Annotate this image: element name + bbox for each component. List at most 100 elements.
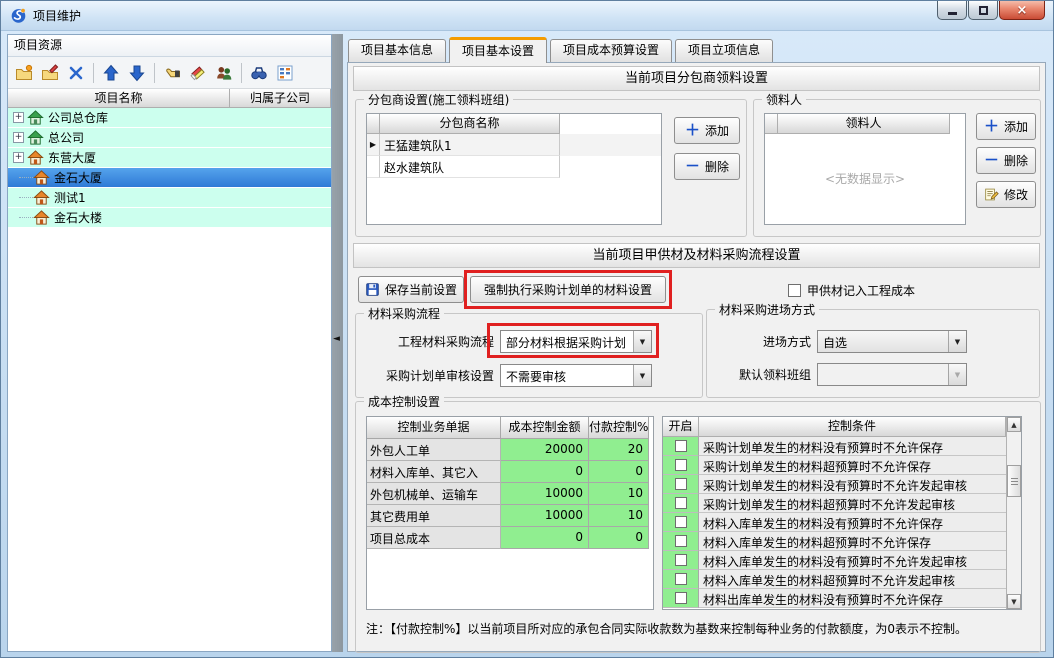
splitter-collapse-icon[interactable]: ◄ <box>333 334 340 344</box>
tree-item-selected[interactable]: 金石大厦 <box>8 168 331 188</box>
assign-button[interactable] <box>160 61 184 85</box>
maximize-button[interactable] <box>968 1 998 20</box>
checkbox-icon[interactable] <box>674 592 687 604</box>
expand-icon[interactable]: + <box>13 112 24 123</box>
material-flow-combobox[interactable]: 部分材料根据采购计划 ▼ <box>500 330 652 353</box>
picker-delete-button[interactable]: － 删除 <box>976 147 1036 174</box>
doc-amount[interactable]: 20000 <box>501 439 589 461</box>
checkbox-icon[interactable] <box>674 459 687 471</box>
tree-item[interactable]: 测试1 <box>8 188 331 208</box>
jgc-cost-checkbox-row[interactable]: 甲供材记入工程成本 <box>788 282 915 299</box>
clear-button[interactable] <box>186 61 210 85</box>
checkbox-icon[interactable] <box>674 440 687 452</box>
picker-add-button[interactable]: ＋ 添加 <box>976 113 1036 140</box>
condition-row[interactable]: 材料入库单发生的材料超预算时不允许发起审核 <box>663 570 1006 589</box>
subcontractor-table[interactable]: 分包商名称 ▶ 王猛建筑队1 赵水建筑队 <box>366 113 662 225</box>
doc-amount[interactable]: 10000 <box>501 505 589 527</box>
minimize-button[interactable] <box>937 1 967 20</box>
subcontractor-delete-button[interactable]: － 删除 <box>674 153 740 180</box>
table-row[interactable]: 项目总成本 0 0 <box>367 527 653 549</box>
picker-table[interactable]: 领料人 <无数据显示> <box>764 113 966 225</box>
delete-button[interactable] <box>64 61 88 85</box>
save-settings-button[interactable]: 保存当前设置 <box>358 276 464 303</box>
table-row[interactable]: 其它费用单 10000 10 <box>367 505 653 527</box>
cost-condition-table[interactable]: 开启 控制条件 采购计划单发生的材料没有预算时不允许保存 采购计划单发生的材料超… <box>662 416 1022 610</box>
checkbox-icon[interactable] <box>674 497 687 509</box>
checkbox-icon[interactable] <box>674 535 687 547</box>
picker-edit-button[interactable]: 修改 <box>976 181 1036 208</box>
table-row[interactable]: 外包人工单 20000 20 <box>367 439 653 461</box>
chevron-down-icon[interactable]: ▼ <box>948 364 966 385</box>
picker-column-header[interactable]: 领料人 <box>778 114 950 134</box>
cost-doc-table[interactable]: 控制业务单据 成本控制金额 付款控制% 外包人工单 20000 20 材料入库单… <box>366 416 654 610</box>
scroll-up-icon[interactable]: ▲ <box>1007 417 1021 432</box>
tab-project-cost-budget-settings[interactable]: 项目成本预算设置 <box>550 39 673 62</box>
doc-amount[interactable]: 0 <box>501 461 589 483</box>
tab-project-approval-info[interactable]: 项目立项信息 <box>675 39 774 62</box>
condition-row[interactable]: 采购计划单发生的材料没有预算时不允许保存 <box>663 437 1006 456</box>
condition-row[interactable]: 材料入库单发生的材料没有预算时不允许发起审核 <box>663 551 1006 570</box>
doc-pct[interactable]: 10 <box>589 483 649 505</box>
subcontractor-name[interactable]: 王猛建筑队1 <box>380 134 560 156</box>
tab-project-basic-info[interactable]: 项目基本信息 <box>348 39 447 62</box>
doc-amount[interactable]: 0 <box>501 527 589 549</box>
scroll-down-icon[interactable]: ▼ <box>1007 594 1021 609</box>
doc-pct[interactable]: 10 <box>589 505 649 527</box>
tree-item[interactable]: 金石大楼 <box>8 208 331 228</box>
checkbox-icon[interactable] <box>674 516 687 528</box>
condition-row[interactable]: 材料出库单发生的材料没有预算时不允许保存 <box>663 589 1006 608</box>
layout-button[interactable] <box>273 61 297 85</box>
condition-row[interactable]: 材料入库单发生的材料没有预算时不允许保存 <box>663 513 1006 532</box>
subcontractor-add-button[interactable]: ＋ 添加 <box>674 117 740 144</box>
chevron-down-icon[interactable]: ▼ <box>633 365 651 386</box>
table-row[interactable]: 外包机械单、运输车 10000 10 <box>367 483 653 505</box>
tree-item[interactable]: + 东营大厦 <box>8 148 331 168</box>
pct-col-header[interactable]: 付款控制% <box>589 417 649 439</box>
condition-row[interactable]: 材料入库单发生的材料超预算时不允许保存 <box>663 532 1006 551</box>
checkbox-icon[interactable] <box>674 573 687 585</box>
condition-row[interactable]: 采购计划单发生的材料没有预算时不允许发起审核 <box>663 475 1006 494</box>
doc-pct[interactable]: 0 <box>589 527 649 549</box>
plan-audit-combobox[interactable]: 不需要审核 ▼ <box>500 364 652 387</box>
entry-mode-combobox[interactable]: 自选 ▼ <box>817 330 967 353</box>
move-down-button[interactable] <box>125 61 149 85</box>
close-button[interactable]: × <box>999 1 1045 20</box>
search-button[interactable] <box>247 61 271 85</box>
tree-item[interactable]: + 总公司 <box>8 128 331 148</box>
scrollbar-thumb[interactable] <box>1007 465 1021 497</box>
force-plan-material-button[interactable]: 强制执行采购计划单的材料设置 <box>470 276 666 303</box>
doc-pct[interactable]: 20 <box>589 439 649 461</box>
panel-splitter[interactable]: ◄ <box>332 34 343 652</box>
checkbox-icon[interactable] <box>674 554 687 566</box>
condition-row[interactable]: 采购计划单发生的材料超预算时不允许发起审核 <box>663 494 1006 513</box>
users-button[interactable] <box>212 61 236 85</box>
table-row[interactable]: ▶ 王猛建筑队1 <box>367 134 661 156</box>
chevron-down-icon[interactable]: ▼ <box>948 331 966 352</box>
tree-item[interactable]: + 公司总仓库 <box>8 108 331 128</box>
chevron-down-icon[interactable]: ▼ <box>633 331 651 352</box>
new-folder-button[interactable] <box>12 61 36 85</box>
expand-icon[interactable]: + <box>13 132 24 143</box>
column-header-company[interactable]: 归属子公司 <box>230 89 331 108</box>
table-row[interactable]: 赵水建筑队 <box>367 156 661 178</box>
expand-icon[interactable]: + <box>13 152 24 163</box>
window-titlebar[interactable]: 项目维护 × <box>1 1 1053 31</box>
checkbox-icon[interactable] <box>788 284 801 297</box>
subcontractor-name[interactable]: 赵水建筑队 <box>380 156 560 178</box>
table-row[interactable]: 材料入库单、其它入 0 0 <box>367 461 653 483</box>
amount-col-header[interactable]: 成本控制金额 <box>501 417 589 439</box>
edit-folder-button[interactable] <box>38 61 62 85</box>
vertical-scrollbar[interactable]: ▲ ▼ <box>1006 417 1021 609</box>
subcontractor-column-header[interactable]: 分包商名称 <box>380 114 560 134</box>
checkbox-icon[interactable] <box>674 478 687 490</box>
column-header-name[interactable]: 项目名称 <box>8 89 230 108</box>
doc-pct[interactable]: 0 <box>589 461 649 483</box>
tab-project-basic-settings[interactable]: 项目基本设置 <box>449 37 548 63</box>
on-col-header[interactable]: 开启 <box>663 417 699 437</box>
move-up-button[interactable] <box>99 61 123 85</box>
doc-col-header[interactable]: 控制业务单据 <box>367 417 501 439</box>
cond-col-header[interactable]: 控制条件 <box>699 417 1006 437</box>
condition-row[interactable]: 采购计划单发生的材料超预算时不允许保存 <box>663 456 1006 475</box>
doc-amount[interactable]: 10000 <box>501 483 589 505</box>
default-team-combobox[interactable]: ▼ <box>817 363 967 386</box>
